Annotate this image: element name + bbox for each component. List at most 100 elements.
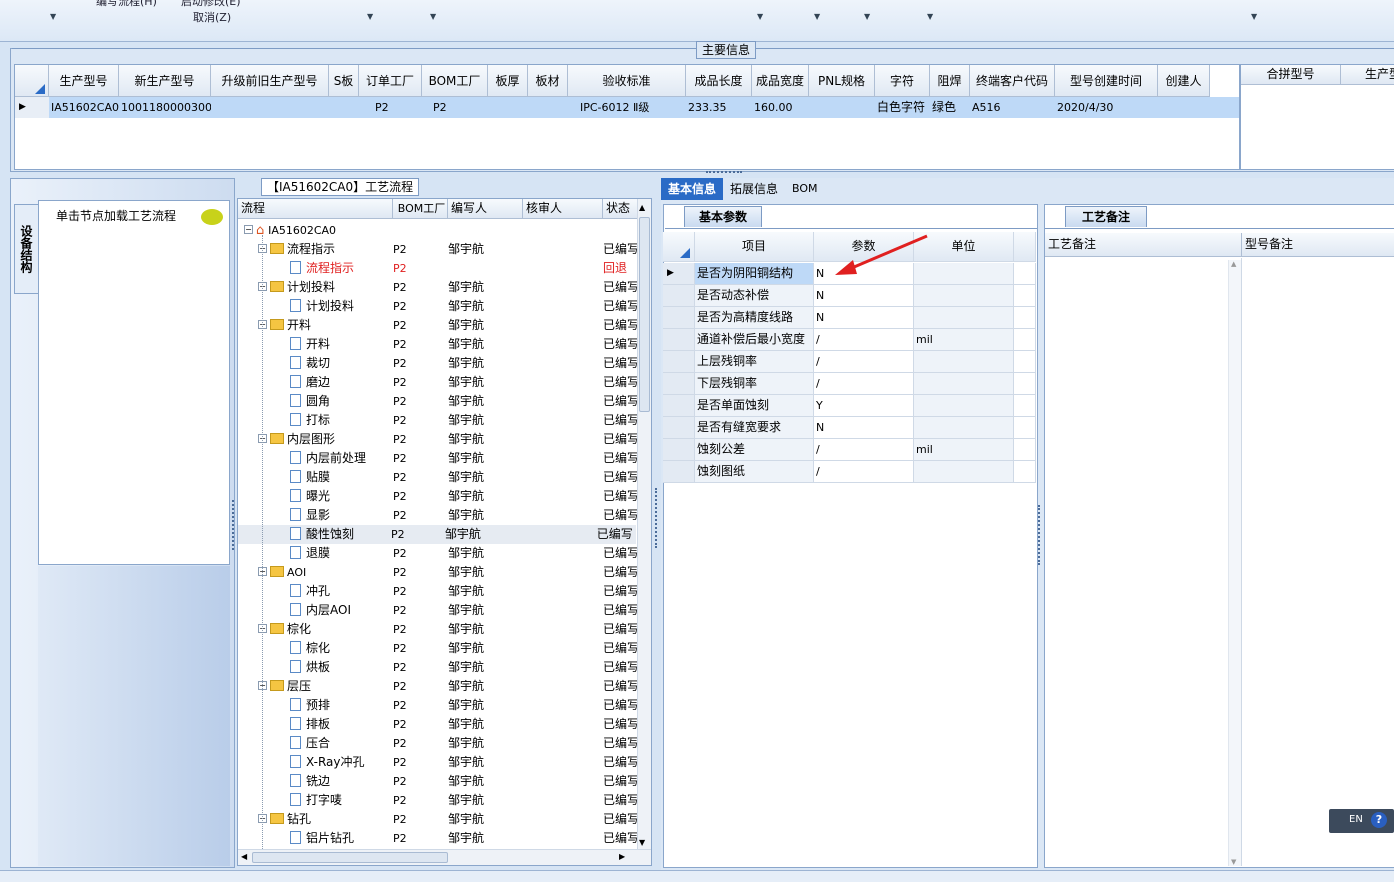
tree-row[interactable]: 打字唛 P2 邹宇航 已编写 (238, 791, 643, 810)
col-header[interactable]: 型号创建时间 (1055, 65, 1158, 97)
splitter-handle[interactable] (1038, 505, 1042, 565)
tree-row[interactable]: 内层AOI P2 邹宇航 已编写 (238, 601, 643, 620)
col-header[interactable]: 编写人 (448, 199, 523, 218)
scroll-right-icon[interactable]: ▶ (619, 852, 625, 861)
tree-row[interactable]: 退膜 P2 邹宇航 已编写 (238, 544, 643, 563)
row-selector[interactable] (663, 307, 695, 329)
chevron-down-icon[interactable]: ▼ (430, 12, 436, 21)
tree-row[interactable]: 铝片钻孔 P2 邹宇航 已编写 (238, 829, 643, 848)
param-row[interactable]: 蚀刻公差 / mil (663, 439, 1036, 461)
cell[interactable]: 10011800003003 (119, 97, 211, 118)
row-selector[interactable] (663, 461, 695, 483)
chevron-down-icon[interactable]: ▼ (864, 12, 870, 21)
tree-row[interactable]: − 棕化 P2 邹宇航 已编写 (238, 620, 643, 639)
col-header[interactable]: 生产型 (1341, 65, 1394, 84)
scroll-left-icon[interactable]: ◀ (241, 852, 247, 861)
param-row[interactable]: 通道补偿后最小宽度 / mil (663, 329, 1036, 351)
param-value-input[interactable]: / (814, 461, 914, 483)
tree-row[interactable]: 内层前处理 P2 邹宇航 已编写 (238, 449, 643, 468)
cell[interactable] (528, 97, 568, 118)
cell[interactable] (488, 97, 528, 118)
col-header[interactable]: 板厚 (488, 65, 528, 97)
cell[interactable]: 2020/4/30 (1055, 97, 1158, 118)
param-value-input[interactable]: / (814, 351, 914, 373)
cell[interactable]: A516 (970, 97, 1055, 118)
col-header[interactable]: 生产型号 (49, 65, 119, 97)
col-header[interactable]: 升级前旧生产型号 (211, 65, 329, 97)
horizontal-scrollbar[interactable]: ◀ ▶ (238, 849, 651, 865)
col-header[interactable]: 项目 (695, 232, 814, 262)
param-row[interactable]: 是否有缝宽要求 N (663, 417, 1036, 439)
col-header[interactable]: 工艺备注 (1045, 233, 1242, 256)
cell[interactable] (1158, 97, 1210, 118)
col-header[interactable]: 订单工厂 (359, 65, 422, 97)
cell[interactable]: P2 (359, 97, 422, 118)
tree-row[interactable]: 预排 P2 邹宇航 已编写 (238, 696, 643, 715)
tree-row[interactable]: − 层压 P2 邹宇航 已编写 (238, 677, 643, 696)
tree-row[interactable]: 磨边 P2 邹宇航 已编写 (238, 373, 643, 392)
row-selector[interactable] (663, 439, 695, 461)
tree-row[interactable]: X-Ray冲孔 P2 邹宇航 已编写 (238, 753, 643, 772)
process-note-text[interactable] (1046, 258, 1242, 866)
col-header[interactable]: 创建人 (1158, 65, 1210, 97)
tab-process-notes[interactable]: 工艺备注 (1065, 206, 1147, 227)
param-row[interactable]: 蚀刻图纸 / (663, 461, 1036, 483)
param-value-input[interactable]: / (814, 373, 914, 395)
tree-row[interactable]: 冲孔 P2 邹宇航 已编写 (238, 582, 643, 601)
cell[interactable]: 233.35 (686, 97, 752, 118)
chevron-down-icon[interactable]: ▼ (927, 12, 933, 21)
tree-row[interactable]: 曝光 P2 邹宇航 已编写 (238, 487, 643, 506)
tree-row[interactable]: 圆角 P2 邹宇航 已编写 (238, 392, 643, 411)
param-row[interactable]: 下层残铜率 / (663, 373, 1036, 395)
scroll-down-icon[interactable]: ▼ (639, 838, 645, 847)
tree-row[interactable]: 酸性蚀刻 P2 邹宇航 已编写 (238, 525, 636, 544)
chevron-down-icon[interactable]: ▼ (367, 12, 373, 21)
param-row[interactable]: 是否单面蚀刻 Y (663, 395, 1036, 417)
scroll-up-icon[interactable]: ▲ (639, 203, 645, 212)
param-value-input[interactable]: N (814, 307, 914, 329)
vertical-scrollbar[interactable]: ▲ ▼ (1228, 260, 1241, 866)
col-header[interactable]: PNL规格 (809, 65, 875, 97)
col-header[interactable]: 板材 (528, 65, 568, 97)
table-row[interactable]: ▶ IA51602CA0 10011800003003 P2 P2 IPC-60… (15, 97, 1239, 118)
cell[interactable]: 白色字符 (875, 97, 930, 118)
param-row[interactable]: 上层残铜率 / (663, 351, 1036, 373)
tree-row[interactable]: 显影 P2 邹宇航 已编写 (238, 506, 643, 525)
tree-row[interactable]: 贴膜 P2 邹宇航 已编写 (238, 468, 643, 487)
scroll-up-icon[interactable]: ▲ (1229, 260, 1241, 268)
col-header[interactable]: S板 (329, 65, 359, 97)
param-value-input[interactable]: Y (814, 395, 914, 417)
tree-row[interactable]: − AOI P2 邹宇航 已编写 (238, 563, 643, 582)
col-header[interactable]: BOM工厂 (422, 65, 488, 97)
tree-row[interactable]: 开料 P2 邹宇航 已编写 (238, 335, 643, 354)
row-selector[interactable] (663, 351, 695, 373)
cell[interactable] (329, 97, 359, 118)
chevron-down-icon[interactable]: ▼ (757, 12, 763, 21)
cell[interactable]: 160.00 (752, 97, 809, 118)
cell[interactable]: IPC-6012 Ⅱ级 (568, 97, 686, 118)
col-header[interactable]: BOM工厂 (393, 199, 448, 218)
col-header[interactable]: 型号备注 (1242, 233, 1392, 256)
tree-row[interactable]: 裁切 P2 邹宇航 已编写 (238, 354, 643, 373)
vertical-scrollbar[interactable]: ▲ ▼ (637, 199, 651, 849)
equipment-tree[interactable]: 单击节点加载工艺流程 (38, 200, 230, 565)
param-value-input[interactable]: N (814, 285, 914, 307)
col-header[interactable]: 合拼型号 (1241, 65, 1341, 84)
tree-row[interactable]: − 内层图形 P2 邹宇航 已编写 (238, 430, 643, 449)
tree-row[interactable]: − 流程指示 P2 邹宇航 已编写 (238, 240, 643, 259)
scroll-down-icon[interactable]: ▼ (1229, 858, 1236, 866)
splitter-handle[interactable] (706, 171, 742, 176)
tree-row[interactable]: − 开料 P2 邹宇航 已编写 (238, 316, 643, 335)
row-selector[interactable] (663, 373, 695, 395)
cell[interactable]: P2 (422, 97, 488, 118)
scroll-thumb-h[interactable] (252, 852, 448, 863)
param-row[interactable]: 是否动态补偿 N (663, 285, 1036, 307)
tree-row[interactable]: − 计划投料 P2 邹宇航 已编写 (238, 278, 643, 297)
col-header[interactable]: 阻焊 (930, 65, 970, 97)
col-header[interactable]: 字符 (875, 65, 930, 97)
scroll-thumb[interactable] (639, 217, 650, 412)
tab-extended-info[interactable]: 拓展信息 (723, 178, 785, 200)
chevron-down-icon[interactable]: ▼ (50, 12, 56, 21)
vertical-tab-equipment[interactable]: 设备结构 (14, 204, 38, 294)
col-header[interactable]: 成品宽度 (752, 65, 809, 97)
